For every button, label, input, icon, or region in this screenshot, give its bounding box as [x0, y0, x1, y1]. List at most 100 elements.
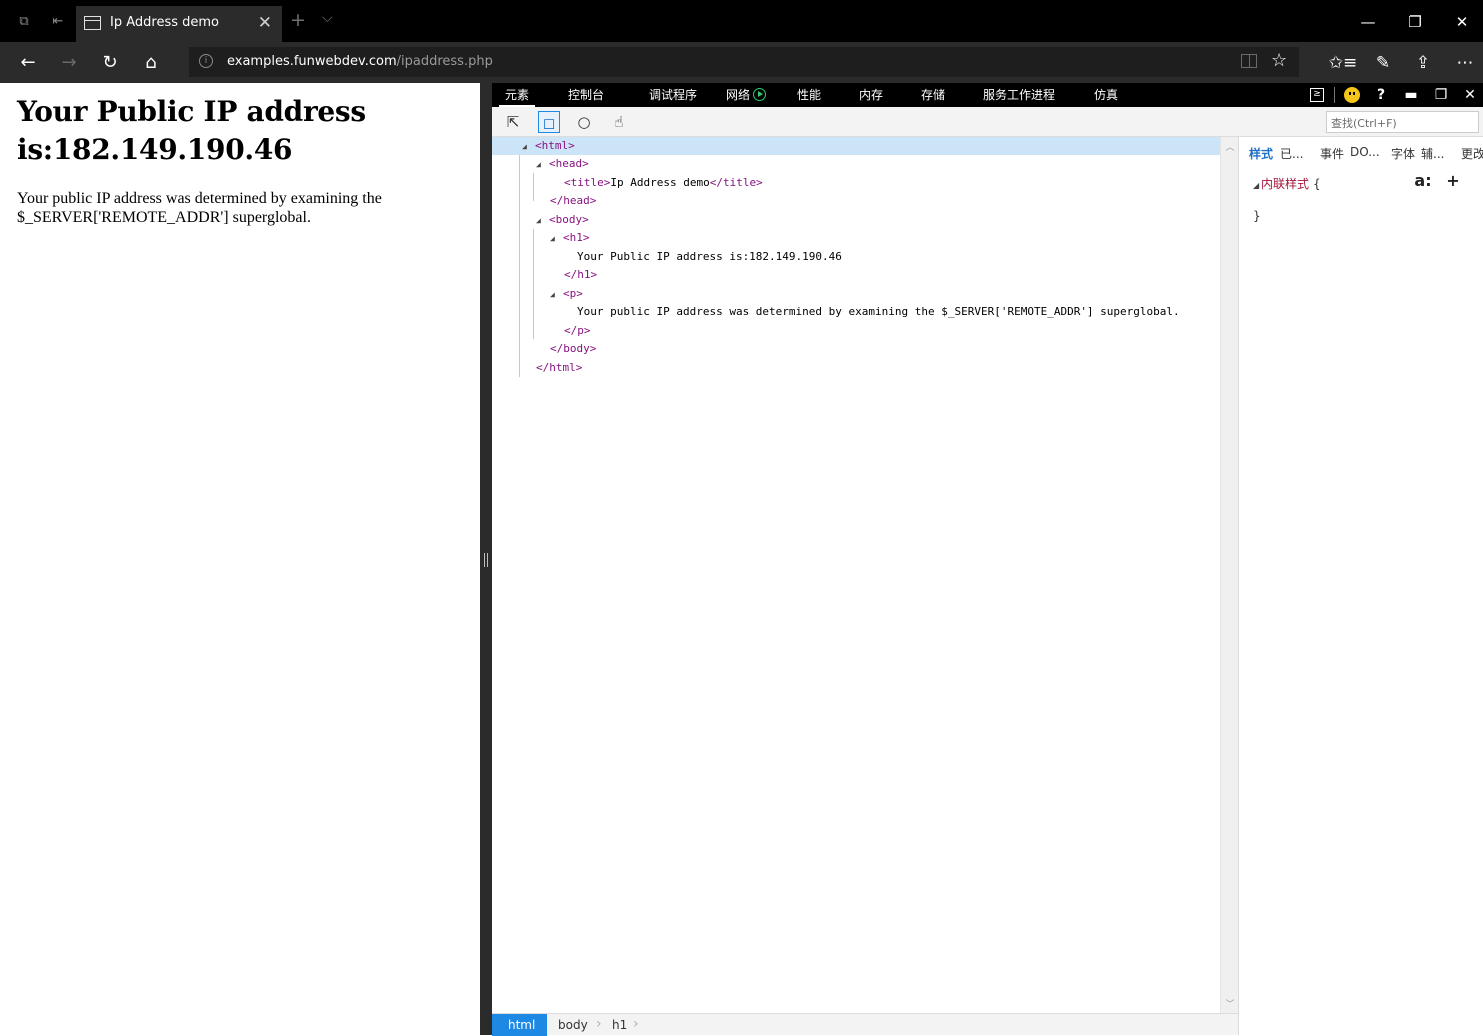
- expand-caret-icon[interactable]: ◢: [522, 138, 535, 156]
- navigation-bar: ← → ↻ ⌂ i examples.funwebdev.com/ipaddre…: [0, 42, 1483, 83]
- tab-title: Ip Address demo: [110, 15, 219, 30]
- breadcrumb: html body › h1 ›: [492, 1013, 1238, 1036]
- rule-close-brace: }: [1253, 209, 1261, 223]
- address-bar[interactable]: i examples.funwebdev.com/ipaddress.php ☆: [189, 47, 1299, 77]
- breadcrumb-html[interactable]: html: [492, 1014, 548, 1036]
- new-tab-icon[interactable]: +: [290, 9, 306, 31]
- indent-guide: [533, 173, 534, 201]
- color-picker-icon[interactable]: ○: [573, 111, 595, 133]
- tab-computed[interactable]: 已...: [1280, 145, 1303, 162]
- breadcrumb-h1[interactable]: h1: [604, 1014, 635, 1036]
- dom-node-html-close[interactable]: </html>: [536, 359, 582, 377]
- dom-node-title[interactable]: <title>Ip Address demo</title>: [564, 174, 763, 192]
- minimize-button[interactable]: —: [1348, 9, 1388, 35]
- expand-caret-icon[interactable]: ◢: [550, 286, 563, 304]
- close-window-button[interactable]: ✕: [1442, 9, 1482, 35]
- url-path: /ipaddress.php: [396, 54, 493, 69]
- site-info-icon[interactable]: i: [199, 54, 213, 68]
- dom-tree[interactable]: ◢ <html> ◢ <head> <title>Ip Address demo</…: [492, 137, 1220, 1013]
- dom-node-head-close[interactable]: </head>: [550, 192, 596, 210]
- dom-node-body-close[interactable]: </body>: [550, 340, 596, 358]
- splitter-grip-icon[interactable]: [484, 553, 488, 567]
- more-icon[interactable]: ⋯: [1450, 50, 1480, 76]
- forward-button[interactable]: →: [56, 50, 82, 76]
- favorite-star-icon[interactable]: ☆: [1271, 50, 1287, 71]
- web-page: Your Public IP address is:182.149.190.46…: [0, 83, 480, 1035]
- tab-changes[interactable]: 更改: [1461, 145, 1483, 162]
- tab-dom-breakpoints[interactable]: DO...: [1350, 145, 1380, 159]
- help-icon[interactable]: ?: [1370, 85, 1392, 105]
- expand-caret-icon[interactable]: ◢: [536, 212, 549, 230]
- tab-fonts[interactable]: 字体: [1391, 145, 1415, 162]
- scroll-up-icon[interactable]: ︿: [1225, 140, 1235, 153]
- close-devtools-icon[interactable]: ✕: [1459, 85, 1481, 105]
- dock-icon[interactable]: ▬: [1400, 85, 1422, 105]
- dom-search-input[interactable]: 查找(Ctrl+F): [1326, 111, 1479, 133]
- dom-node-body[interactable]: ◢ <body>: [536, 211, 589, 229]
- tab-elements[interactable]: 元素: [499, 83, 536, 107]
- devtools-tab-bar: 元素 控制台 调试程序 网络 性能 内存 存储 服务工作进程 仿真 ≥ ? ▬ …: [492, 83, 1483, 107]
- elements-toolbar: ⇱ ◻ ○ ☝ 查找(Ctrl+F): [492, 107, 1483, 137]
- expand-caret-icon[interactable]: ◢: [536, 156, 549, 174]
- tab-debugger[interactable]: 调试程序: [643, 83, 703, 107]
- favorites-icon[interactable]: ✩≡: [1328, 50, 1358, 76]
- browser-tab[interactable]: Ip Address demo ✕: [76, 6, 282, 42]
- dom-node-h1[interactable]: ◢ <h1>: [550, 229, 590, 247]
- url-text[interactable]: examples.funwebdev.com/ipaddress.php: [227, 54, 493, 69]
- tab-network[interactable]: 网络: [720, 83, 772, 107]
- touch-icon[interactable]: ☝: [608, 111, 630, 133]
- tabs-aside-icon[interactable]: ⧉: [14, 12, 34, 32]
- restore-button[interactable]: ❐: [1395, 9, 1435, 35]
- pen-icon[interactable]: ✎: [1368, 50, 1398, 76]
- dom-node-head[interactable]: ◢ <head>: [536, 155, 589, 173]
- tab-events[interactable]: 事件: [1320, 145, 1344, 162]
- expand-caret-icon[interactable]: ◢: [550, 230, 563, 248]
- devtools-panel: 元素 控制台 调试程序 网络 性能 内存 存储 服务工作进程 仿真 ≥ ? ▬ …: [492, 83, 1483, 1036]
- share-icon[interactable]: ⇪: [1408, 50, 1438, 76]
- inline-style-rule[interactable]: ◢ 内联样式{: [1253, 175, 1321, 192]
- reading-view-icon[interactable]: [1241, 54, 1257, 68]
- undock-icon[interactable]: ❐: [1430, 85, 1452, 105]
- page-paragraph: Your public IP address was determined by…: [17, 190, 382, 226]
- dom-text-h1[interactable]: Your Public IP address is:182.149.190.46: [577, 248, 842, 266]
- tab-console[interactable]: 控制台: [562, 83, 610, 107]
- tab-accessibility[interactable]: 辅...: [1421, 145, 1444, 162]
- add-rule-button[interactable]: +: [1441, 170, 1465, 192]
- feedback-smiley-icon[interactable]: [1344, 87, 1360, 103]
- devtools-splitter[interactable]: [480, 83, 492, 1035]
- tab-list-chevron-icon[interactable]: ⌵: [322, 10, 333, 26]
- dom-node-html[interactable]: ◢ <html>: [492, 137, 1220, 155]
- styles-tab-bar: 样式 已... 事件 DO... 字体 辅... 更改: [1239, 137, 1483, 169]
- tab-service-workers[interactable]: 服务工作进程: [977, 83, 1061, 107]
- dom-node-p[interactable]: ◢ <p>: [550, 285, 583, 303]
- tab-emulation[interactable]: 仿真: [1088, 83, 1124, 107]
- tab-memory[interactable]: 内存: [853, 83, 889, 107]
- dom-text-p[interactable]: Your public IP address was determined by…: [577, 303, 1180, 321]
- tab-storage[interactable]: 存储: [915, 83, 951, 107]
- tab-network-label: 网络: [726, 88, 751, 102]
- tab-performance[interactable]: 性能: [791, 83, 827, 107]
- indent-guide: [519, 155, 520, 377]
- pseudo-state-button[interactable]: a:: [1411, 170, 1435, 192]
- page-icon: [84, 16, 101, 30]
- tab-styles[interactable]: 样式: [1249, 145, 1273, 162]
- toolbar-divider: [1334, 87, 1335, 103]
- console-drawer-icon[interactable]: ≥: [1310, 88, 1324, 102]
- dom-node-h1-close[interactable]: </h1>: [564, 266, 597, 284]
- collapse-caret-icon[interactable]: ◢: [1253, 181, 1261, 190]
- dom-node-p-close[interactable]: </p>: [564, 322, 591, 340]
- breadcrumb-body[interactable]: body: [550, 1014, 596, 1036]
- breadcrumb-separator-icon: ›: [633, 1016, 639, 1032]
- home-button[interactable]: ⌂: [138, 50, 164, 76]
- tab-close-icon[interactable]: ✕: [258, 13, 272, 33]
- dom-scrollbar[interactable]: ︿ ﹀: [1220, 137, 1238, 1013]
- scroll-down-icon[interactable]: ﹀: [1225, 997, 1235, 1010]
- inline-style-label: 内联样式: [1261, 177, 1310, 191]
- highlight-element-icon[interactable]: ◻: [538, 111, 560, 133]
- set-tabs-aside-icon[interactable]: ⇤: [48, 12, 68, 32]
- refresh-button[interactable]: ↻: [97, 50, 123, 76]
- select-element-icon[interactable]: ⇱: [502, 111, 524, 133]
- url-host: examples.funwebdev.com: [227, 54, 397, 69]
- back-button[interactable]: ←: [15, 50, 41, 76]
- page-heading: Your Public IP address is:182.149.190.46: [17, 95, 366, 166]
